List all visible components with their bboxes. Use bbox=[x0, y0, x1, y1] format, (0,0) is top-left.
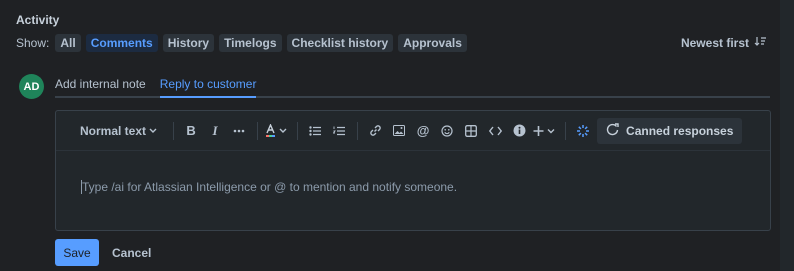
show-label: Show: bbox=[16, 36, 50, 50]
sort-order-button[interactable]: Newest first bbox=[681, 34, 766, 52]
insert-more-icon[interactable] bbox=[533, 119, 557, 143]
toolbar-divider bbox=[565, 121, 567, 140]
filter-history[interactable]: History bbox=[162, 34, 215, 52]
tab-reply-to-customer[interactable]: Reply to customer bbox=[159, 77, 257, 98]
filter-timelogs[interactable]: Timelogs bbox=[219, 34, 282, 52]
activity-filter-bar: Show: All Comments History Timelogs Chec… bbox=[16, 34, 472, 52]
filter-checklist-history[interactable]: Checklist history bbox=[286, 34, 394, 52]
activity-heading: Activity bbox=[16, 13, 60, 27]
text-style-label: Normal text bbox=[80, 123, 147, 138]
bullet-list-icon[interactable] bbox=[305, 119, 325, 143]
tab-add-internal-note[interactable]: Add internal note bbox=[55, 77, 146, 96]
emoji-icon[interactable] bbox=[437, 119, 457, 143]
chevron-down-icon bbox=[149, 128, 157, 134]
text-color-icon[interactable] bbox=[265, 119, 289, 143]
avatar: AD bbox=[19, 74, 44, 99]
toolbar-divider bbox=[173, 121, 175, 140]
info-panel-icon[interactable] bbox=[509, 119, 529, 143]
filter-comments[interactable]: Comments bbox=[85, 34, 158, 52]
numbered-list-icon[interactable] bbox=[329, 119, 349, 143]
editor-toolbar: Normal text B I @ Canned responses bbox=[56, 111, 770, 151]
canned-responses-button[interactable]: Canned responses bbox=[597, 117, 743, 144]
comment-editor: Normal text B I @ Canned responses Type … bbox=[55, 110, 771, 231]
code-icon[interactable] bbox=[485, 119, 505, 143]
toolbar-divider bbox=[357, 121, 359, 140]
sort-descending-icon bbox=[754, 36, 766, 50]
mention-icon[interactable]: @ bbox=[413, 119, 433, 143]
bold-icon[interactable]: B bbox=[181, 119, 201, 143]
sort-label: Newest first bbox=[680, 36, 749, 50]
more-formatting-icon[interactable] bbox=[229, 119, 249, 143]
filter-all[interactable]: All bbox=[55, 34, 81, 52]
link-icon[interactable] bbox=[365, 119, 385, 143]
page-scrollbar[interactable] bbox=[780, 0, 794, 271]
filter-approvals[interactable]: Approvals bbox=[398, 34, 467, 52]
reply-input[interactable]: Type /ai for Atlassian Intelligence or @… bbox=[81, 180, 761, 194]
toolbar-divider bbox=[257, 121, 259, 140]
text-style-dropdown[interactable]: Normal text bbox=[80, 119, 157, 143]
atlassian-intelligence-icon[interactable] bbox=[573, 119, 593, 143]
cancel-button[interactable]: Cancel bbox=[112, 239, 151, 266]
canned-responses-icon bbox=[606, 122, 619, 139]
italic-icon[interactable]: I bbox=[205, 119, 225, 143]
composer-tabs: Add internal note Reply to customer bbox=[55, 77, 770, 98]
image-icon[interactable] bbox=[389, 119, 409, 143]
save-button[interactable]: Save bbox=[55, 239, 99, 266]
toolbar-divider bbox=[297, 121, 299, 140]
table-icon[interactable] bbox=[461, 119, 481, 143]
canned-responses-label: Canned responses bbox=[626, 123, 734, 138]
